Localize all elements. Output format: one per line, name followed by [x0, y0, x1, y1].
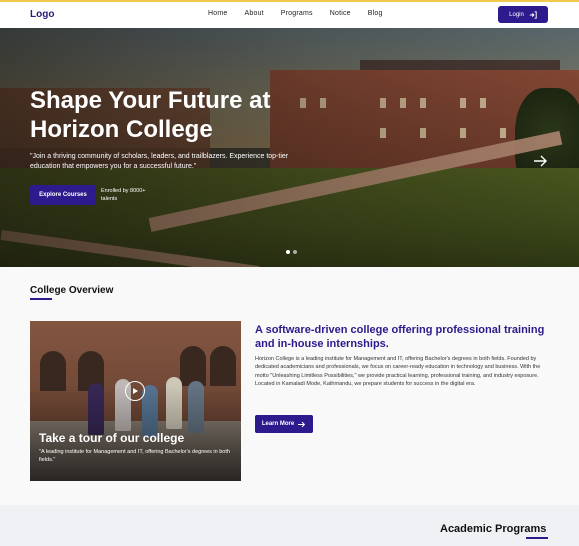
tour-video-card[interactable]: Take a tour of our college "A leading in…	[30, 321, 241, 481]
carousel-dots	[286, 250, 297, 254]
section-title: Academic Programs	[440, 523, 547, 535]
nav-links: Home About Programs Notice Blog	[208, 10, 400, 17]
hero-title: Shape Your Future at Horizon College	[30, 87, 271, 143]
video-caption: "A leading institute for Management and …	[39, 449, 230, 463]
section-title: College Overview	[30, 285, 114, 296]
arrow-right-icon[interactable]	[534, 155, 548, 167]
logo[interactable]: Logo	[30, 9, 54, 20]
academic-programs-section: Academic Programs	[0, 505, 579, 546]
carousel-dot-1[interactable]	[286, 250, 290, 254]
hero-banner: Shape Your Future at Horizon College "Jo…	[0, 28, 579, 267]
login-button[interactable]: Login	[498, 6, 548, 23]
nav-programs[interactable]: Programs	[281, 10, 313, 17]
title-underline	[526, 537, 548, 539]
login-icon	[529, 10, 537, 19]
video-title: Take a tour of our college	[39, 431, 185, 445]
play-icon	[133, 388, 138, 394]
nav-home[interactable]: Home	[208, 10, 227, 17]
overview-body: Horizon College is a leading institute f…	[255, 356, 541, 388]
login-label: Login	[509, 11, 524, 18]
carousel-dot-2[interactable]	[293, 250, 297, 254]
learn-more-label: Learn More	[261, 421, 295, 427]
explore-courses-button[interactable]: Explore Courses	[30, 185, 96, 205]
nav-notice[interactable]: Notice	[330, 10, 351, 17]
title-underline	[30, 298, 52, 300]
nav-about[interactable]: About	[244, 10, 263, 17]
navbar: Logo Home About Programs Notice Blog Log…	[0, 2, 579, 28]
learn-more-button[interactable]: Learn More	[255, 415, 313, 433]
arrow-right-icon	[298, 421, 306, 427]
nav-blog[interactable]: Blog	[368, 10, 383, 17]
hero-subtitle: "Join a thriving community of scholars, …	[30, 153, 289, 170]
overview-heading: A software-driven college offering profe…	[255, 324, 545, 350]
college-overview-section: College Overview Take a tour of our coll…	[0, 267, 579, 505]
play-button[interactable]	[125, 381, 145, 401]
enrolled-text: Enrolled by 8000+ talents	[101, 188, 146, 202]
